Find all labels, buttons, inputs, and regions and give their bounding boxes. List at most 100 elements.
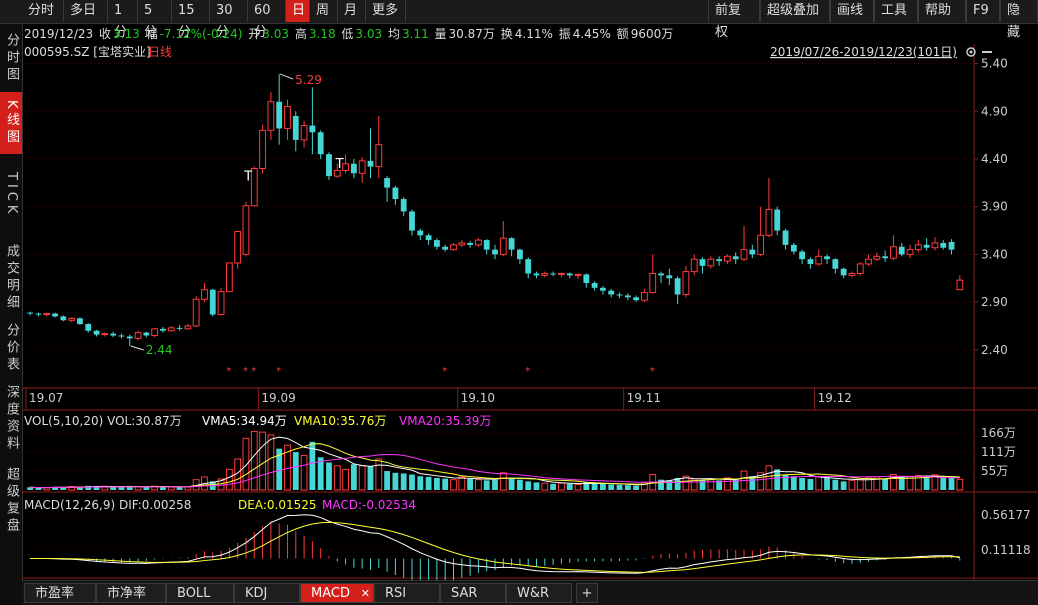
vol-bar (458, 476, 466, 491)
toolbar-right-4[interactable]: 帮助 (918, 0, 966, 22)
period-tab-10[interactable]: 更多 (366, 0, 406, 22)
vol-bar (118, 487, 125, 490)
vol-bar (300, 455, 308, 491)
indicator-tab-0[interactable]: 市盈率 (24, 583, 96, 603)
toolbar-right-5[interactable]: F9 (966, 0, 1000, 22)
event-star-icon: * (226, 366, 231, 377)
quote-info-bar: 2019/12/23 收 3.13 幅 -7.12%(-0.24) 开 3.03 高3… (24, 24, 675, 44)
candle-body (300, 125, 308, 141)
candle-body (176, 327, 183, 329)
vol-bar (525, 481, 532, 490)
vol-bar (326, 462, 332, 490)
price-tick-label: 5.40 (981, 57, 1008, 71)
period-tab-4[interactable]: 15分 (172, 0, 210, 40)
period-tab-7[interactable]: 日 (286, 0, 310, 22)
change-label: 幅 (145, 27, 158, 41)
candle-body (724, 255, 731, 262)
candle-body (641, 292, 648, 301)
close-tab-icon[interactable]: ✕ (361, 584, 370, 604)
candle-body (923, 244, 930, 248)
candle-body (342, 163, 349, 171)
period-tab-9[interactable]: 月 (338, 0, 366, 22)
candle-body (400, 199, 407, 212)
indicator-tab-2[interactable]: BOLL (166, 583, 234, 603)
vol-bar (574, 483, 582, 491)
date-tick-label: 19.12 (818, 391, 852, 405)
candle-body (201, 289, 208, 300)
macd-title: MACD(12,26,9) DIF:0.00258 (24, 498, 191, 512)
turnover-label: 换 (500, 27, 513, 41)
period-tab-6[interactable]: 60分 (248, 0, 286, 40)
vol-bar (467, 478, 474, 490)
vol-bar (624, 485, 631, 490)
indicator-tab-4[interactable]: MACD ✕ (300, 583, 374, 603)
sidebar-item-3[interactable]: 成交明细 (0, 236, 22, 320)
indicator-tab-5[interactable]: RSI (374, 583, 440, 603)
sidebar-item-4[interactable]: 分价表 (0, 320, 22, 376)
vol-bar (375, 458, 383, 491)
toolbar-right-3[interactable]: 工具 (874, 0, 918, 22)
avg-label: 均 (387, 27, 400, 41)
candle-body (782, 230, 789, 245)
vol-bar (541, 482, 549, 491)
vol-bar (442, 478, 449, 490)
add-tab-icon[interactable]: + (576, 583, 598, 603)
period-tab-1[interactable]: 多日 (64, 0, 108, 22)
candle-body (558, 272, 565, 275)
indicator-tab-7[interactable]: W&R (506, 583, 572, 603)
sidebar-item-5[interactable]: 深度资料 (0, 376, 22, 462)
vol-bar (923, 476, 930, 490)
sidebar-item-0[interactable]: 分时图 (0, 24, 22, 92)
period-tab-3[interactable]: 5分 (138, 0, 172, 40)
vol-bar (242, 437, 250, 491)
sidebar-item-1[interactable]: K线图 (0, 92, 22, 154)
amount-value: 9600万 (630, 27, 674, 41)
toolbar-right-0[interactable]: 前复权 (708, 0, 760, 40)
vol-bar (774, 469, 781, 490)
candle-body (649, 272, 657, 294)
max-price-label: 5.29 (295, 73, 322, 87)
indicator-tab-6[interactable]: SAR (440, 583, 506, 603)
toolbar-right-1[interactable]: 超级叠加 (760, 0, 830, 22)
date-range-label[interactable]: 2019/07/26-2019/12/23(101日) (770, 45, 957, 59)
candle-body (757, 234, 765, 255)
vol-bar (160, 486, 166, 490)
period-tab-0[interactable]: 分时 (22, 0, 64, 22)
close-value: 3.13 (113, 27, 140, 41)
period-tab-2[interactable]: 1分 (108, 0, 138, 40)
minimize-icon[interactable] (982, 51, 992, 53)
period-tab-8[interactable]: 周 (310, 0, 338, 22)
vol-bar (608, 484, 615, 490)
candle-body (914, 244, 922, 251)
vol-bar (790, 476, 797, 490)
indicator-tab-3[interactable]: KDJ (234, 583, 300, 603)
candle-body (110, 333, 117, 336)
vol-bar (832, 479, 839, 490)
vol-bar (450, 479, 457, 491)
candle-body (799, 251, 806, 260)
vol-bar (176, 487, 183, 490)
indicator-tab-1[interactable]: 市净率 (96, 583, 166, 603)
high-label: 高 (294, 27, 307, 41)
t-mark: T (243, 170, 252, 185)
toolbar-right-6[interactable]: 隐藏 (1000, 0, 1038, 40)
open-label: 开 (248, 27, 261, 41)
candle-body (134, 332, 142, 339)
candle-body (906, 249, 914, 255)
event-star-icon: * (251, 366, 256, 377)
low-label: 低 (341, 27, 354, 41)
vma20-label: VMA20:35.39万 (399, 414, 491, 428)
toolbar-right-2[interactable]: 画线 (830, 0, 874, 22)
macd-value-label: MACD:-0.02534 (322, 498, 416, 512)
vol-bar (508, 477, 515, 490)
period-tab-5[interactable]: 30分 (210, 0, 248, 40)
vol-bar (533, 482, 540, 490)
kline-chart-area[interactable]: 000595.SZ [宝塔实业] 日线 2019/07/26-2019/12/2… (22, 44, 1038, 580)
vol-bar (824, 477, 830, 490)
sidebar-item-2[interactable]: TICK (0, 154, 22, 236)
sidebar-item-6[interactable]: 超级复盘 (0, 462, 22, 540)
candle-body (716, 259, 723, 262)
candle-body (276, 101, 283, 129)
high-value: 3.18 (308, 27, 336, 41)
candle-body (525, 259, 532, 274)
